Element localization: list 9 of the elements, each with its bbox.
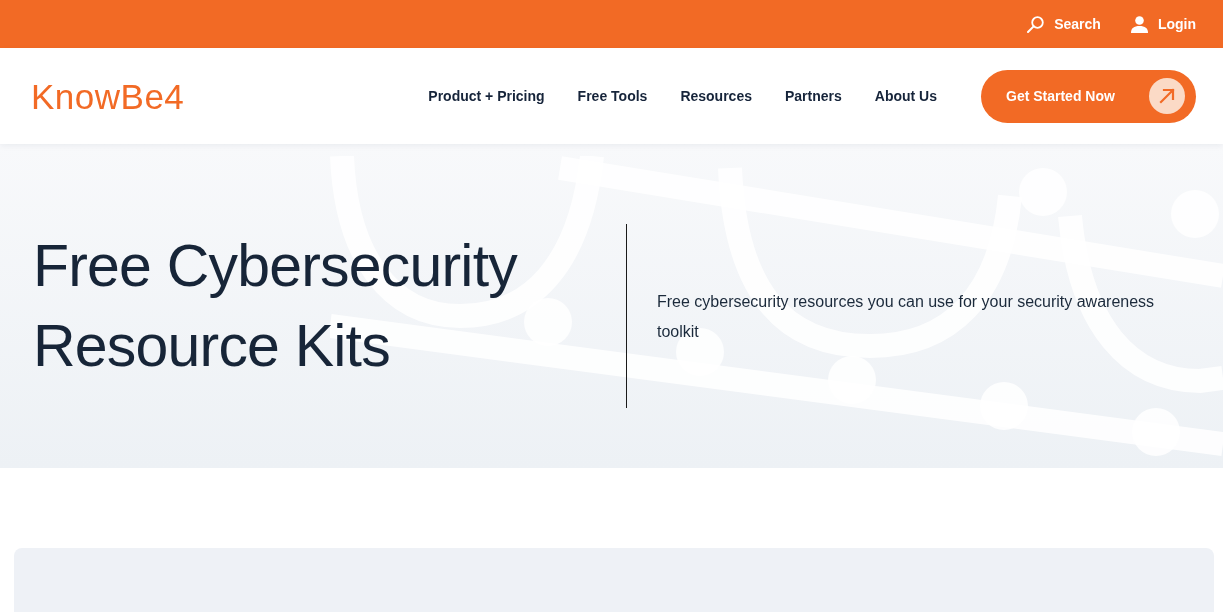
nav-link[interactable]: Resources — [680, 88, 752, 104]
user-icon — [1130, 15, 1148, 33]
hero-title: Free Cybersecurity Resource Kits — [33, 232, 519, 381]
nav-link[interactable]: About Us — [874, 88, 937, 104]
nav-link[interactable]: Partners — [784, 88, 842, 104]
nav-link[interactable]: Free Tools — [577, 88, 648, 104]
nav-link[interactable]: Product + Pricing — [428, 88, 545, 104]
hero-description: Free cybersecurity resources you can use for your security awareness toolkit — [657, 292, 1156, 342]
search-icon — [1027, 15, 1045, 33]
